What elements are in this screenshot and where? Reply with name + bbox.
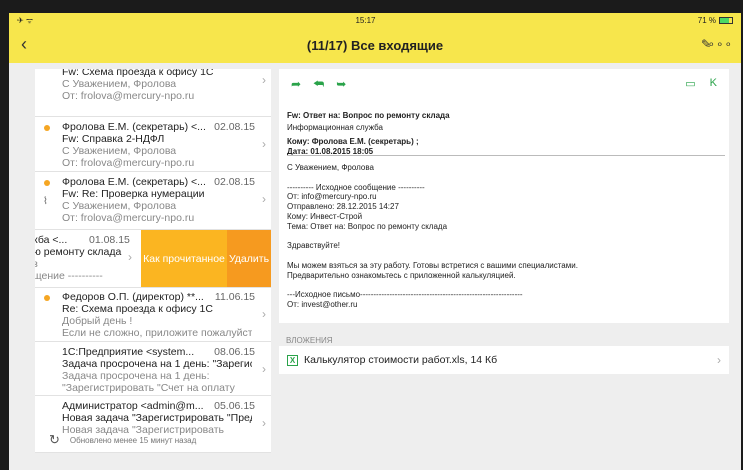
- status-bar: ✈ ᯤ 15:17 71 %: [9, 13, 741, 27]
- list-item[interactable]: Федоров О.П. (директор) **... 11.06.15 Re:…: [35, 287, 271, 342]
- chevron-right-icon: ›: [262, 362, 266, 376]
- chevron-right-icon: ›: [717, 353, 721, 367]
- battery-percent: 71 %: [697, 15, 716, 25]
- item-subject: Новая задача "Зарегистрировать "Пред...: [62, 412, 252, 424]
- chevron-right-icon: ›: [262, 137, 266, 151]
- refresh-icon[interactable]: ↻: [49, 432, 60, 448]
- body-line: Здравствуйте!: [287, 241, 341, 251]
- item-date: 02.08.15: [214, 176, 255, 188]
- attachment-name: Калькулятор стоимости работ.xls, 14 Кб: [304, 354, 498, 366]
- mail-list: Fw: Схема проезда к офису 1С С Уважением,…: [35, 69, 271, 453]
- mark-read-button[interactable]: Как прочитанное: [141, 230, 227, 287]
- message-sender: Информационная служба: [287, 123, 383, 132]
- item-sender: Фролова Е.М. (секретарь) <...: [62, 176, 206, 188]
- list-footer: ↻ Обновлено менее 15 минут назад: [35, 427, 271, 453]
- body-line: От: invest@other.ru: [287, 300, 358, 310]
- item-sender: Федоров О.П. (директор) **...: [62, 291, 204, 303]
- item-preview: С Уважением, Фролова: [62, 78, 177, 90]
- item-preview: С Уважением, Фролова: [62, 200, 177, 212]
- battery-fill: [720, 17, 729, 23]
- body-line: С Уважением, Фролова: [287, 163, 374, 172]
- item-sender: Фролова Е.М. (секретарь) <...: [62, 121, 206, 133]
- body-line: Предварительно ознакомьтесь с приложенно…: [287, 270, 516, 280]
- excel-file-icon: X: [287, 354, 298, 366]
- body-line: Кому: Инвест-Строй: [287, 212, 363, 221]
- item-preview: Добрый день !: [62, 315, 133, 327]
- page-title: (11/17) Все входящие: [306, 37, 444, 53]
- item-preview-2: От: frolova@mercury-npo.ru: [62, 212, 195, 224]
- chevron-right-icon: ›: [128, 250, 132, 264]
- chevron-right-icon: ›: [262, 73, 266, 87]
- item-subject: Fw: Схема проезда к офису 1С: [62, 69, 214, 78]
- k-icon[interactable]: K: [710, 77, 717, 90]
- item-preview: Задача просрочена на 1 день:: [62, 370, 210, 382]
- back-icon[interactable]: ‹: [21, 34, 27, 55]
- folder-icon[interactable]: ▭: [685, 77, 695, 90]
- list-item[interactable]: Fw: Схема проезда к офису 1С С Уважением,…: [35, 69, 271, 117]
- message-detail: ➦ ⮪ ➥ ▭ K Fw: Ответ на: Вопрос по ремонт…: [279, 69, 729, 323]
- swipe-line4: щение ----------: [35, 270, 103, 282]
- divider: [287, 155, 725, 156]
- reply-all-icon[interactable]: ⮪: [313, 77, 324, 92]
- item-sender: 1С:Предприятие <system...: [62, 346, 195, 358]
- battery-icon: [719, 16, 733, 24]
- swipe-line1: кба <...: [35, 234, 68, 246]
- item-date: 08.06.15: [214, 346, 255, 358]
- chevron-right-icon: ›: [262, 192, 266, 206]
- item-subject: Fw: Справка 2-НДФЛ: [62, 133, 165, 145]
- swiped-list-item[interactable]: кба <... 01.08.15 ю ремонту склада з щен…: [35, 230, 271, 288]
- attachment-clip-icon: ⌇: [43, 196, 48, 207]
- item-preview-2: От: frolova@mercury-npo.ru: [62, 90, 195, 102]
- body-line: ---------- Исходное сообщение ----------: [287, 182, 425, 192]
- item-subject: Задача просрочена на 1 день: "Зарегис...: [62, 358, 252, 370]
- item-sender: Администратор <admin@m...: [62, 400, 204, 412]
- more-icon[interactable]: ∘∘∘: [707, 37, 733, 51]
- body-line: ---Исходное письмо----------------------…: [287, 290, 523, 300]
- delete-button[interactable]: Удалить: [227, 230, 271, 287]
- swipe-line3: з: [35, 258, 38, 270]
- unread-dot-icon: [44, 125, 50, 131]
- chevron-right-icon: ›: [262, 307, 266, 321]
- message-subject: Fw: Ответ на: Вопрос по ремонту склада: [287, 111, 450, 120]
- attachments-header: ВЛОЖЕНИЯ: [286, 336, 333, 345]
- item-date: 02.08.15: [214, 121, 255, 133]
- list-item[interactable]: 1С:Предприятие <system... 08.06.15 Задача …: [35, 342, 271, 396]
- list-item[interactable]: ⌇ Фролова Е.М. (секретарь) <... 02.08.15 Fw…: [35, 172, 271, 230]
- screen: ✈ ᯤ 15:17 71 % ‹ (11/17) Все входящие ✎ …: [9, 13, 741, 470]
- swipe-date: 01.08.15: [89, 234, 130, 246]
- reply-icon[interactable]: ➦: [291, 77, 301, 92]
- list-item[interactable]: Фролова Е.М. (секретарь) <... 02.08.15 Fw:…: [35, 117, 271, 172]
- unread-dot-icon: [44, 180, 50, 186]
- item-subject: Re: Схема проезда к офису 1С: [62, 303, 213, 315]
- unread-dot-icon: [44, 295, 50, 301]
- nav-bar: ‹ (11/17) Все входящие ✎ ∘∘∘: [9, 27, 741, 63]
- item-date: 05.06.15: [214, 400, 255, 412]
- attachment-item[interactable]: X Калькулятор стоимости работ.xls, 14 Кб…: [279, 346, 729, 374]
- swipe-line2: ю ремонту склада: [35, 246, 122, 258]
- status-time: 15:17: [355, 15, 376, 25]
- airplane-wifi-icon: ✈ ᯤ: [17, 15, 34, 25]
- item-preview: С Уважением, Фролова: [62, 145, 177, 157]
- body-line: От: info@mercury-npo.ru: [287, 192, 377, 202]
- update-status: Обновлено менее 15 минут назад: [69, 435, 197, 445]
- item-subject: Fw: Re: Проверка нумерации: [62, 188, 205, 200]
- body-line: Отправлено: 28.12.2015 14:27: [287, 202, 399, 212]
- forward-icon[interactable]: ➥: [336, 77, 346, 92]
- item-preview-2: "Зарегистрировать "Счет на оплату: [62, 382, 235, 394]
- item-preview-2: От: frolova@mercury-npo.ru: [62, 157, 195, 169]
- item-preview-2: Если не сложно, приложите пожалуйста: [62, 327, 252, 339]
- item-date: 11.06.15: [214, 291, 255, 303]
- body-line: Мы можем взяться за эту работу. Готовы в…: [287, 261, 578, 270]
- message-to: Кому: Фролова Е.М. (секретарь) ;: [287, 137, 419, 146]
- body-line: Тема: Ответ на: Вопрос по ремонту склада: [287, 221, 448, 231]
